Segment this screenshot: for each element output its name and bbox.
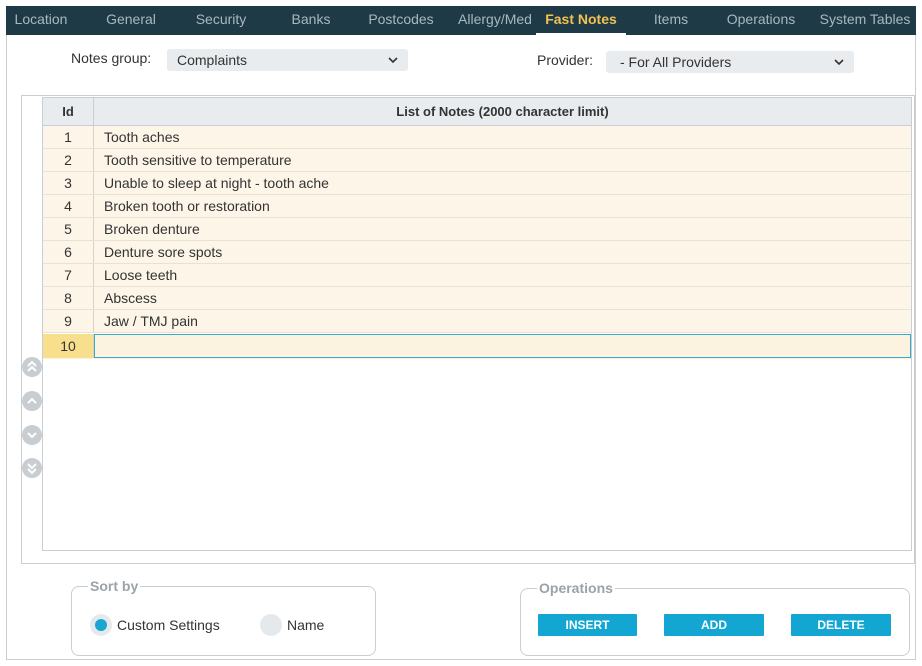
table-row[interactable]: 5 Broken denture (43, 218, 911, 241)
sort-name-radio[interactable] (260, 614, 282, 636)
move-up-icon (27, 397, 37, 404)
move-down-icon (27, 432, 37, 439)
row-note: Broken tooth or restoration (104, 198, 270, 214)
notes-group-label: Notes group: (71, 50, 152, 66)
row-note: Loose teeth (104, 267, 178, 283)
row-id: 3 (43, 172, 94, 194)
tab-system-tables[interactable]: System Tables (814, 6, 916, 35)
notes-group-select[interactable]: Complaints (167, 49, 408, 71)
column-header-id[interactable]: Id (43, 98, 94, 126)
tab-general[interactable]: General (96, 6, 166, 35)
row-id: 9 (43, 310, 94, 332)
table-row[interactable]: 1 Tooth aches (43, 126, 911, 149)
row-id: 5 (43, 218, 94, 240)
tab-bar: Location General Security Banks Postcode… (6, 6, 916, 35)
grid-header: Id List of Notes (2000 character limit) (43, 98, 911, 126)
chevron-down-icon (834, 59, 844, 66)
notes-group-value: Complaints (177, 52, 248, 68)
row-id: 2 (43, 149, 94, 171)
table-row[interactable]: 3 Unable to sleep at night - tooth ache (43, 172, 911, 195)
table-row[interactable]: 2 Tooth sensitive to temperature (43, 149, 911, 172)
table-row[interactable]: 8 Abscess (43, 287, 911, 310)
row-id: 8 (43, 287, 94, 309)
table-row[interactable]: 9 Jaw / TMJ pain (43, 310, 911, 333)
add-button[interactable]: ADD (664, 614, 764, 636)
row-note: Tooth aches (104, 129, 180, 145)
move-bottom-button[interactable] (22, 458, 42, 478)
sort-name-label: Name (287, 617, 325, 633)
tab-fast-notes[interactable]: Fast Notes (536, 6, 626, 35)
tab-allergy-med[interactable]: Allergy/Med (455, 6, 535, 35)
operations-legend: Operations (539, 580, 613, 596)
row-note: Broken denture (104, 221, 200, 237)
provider-select[interactable]: - For All Providers (606, 51, 854, 73)
notes-grid: Id List of Notes (2000 character limit) … (42, 97, 912, 551)
row-note: Jaw / TMJ pain (104, 313, 198, 329)
chevron-down-icon (388, 57, 398, 64)
tab-postcodes[interactable]: Postcodes (364, 6, 438, 35)
row-note: Denture sore spots (104, 244, 223, 260)
row-id: 1 (43, 126, 94, 148)
move-up-button[interactable] (22, 391, 42, 411)
delete-button[interactable]: DELETE (791, 614, 891, 636)
tab-operations[interactable]: Operations (721, 6, 801, 35)
tab-banks[interactable]: Banks (276, 6, 346, 35)
tab-security[interactable]: Security (186, 6, 256, 35)
insert-button[interactable]: INSERT (538, 614, 637, 636)
table-row[interactable]: 6 Denture sore spots (43, 241, 911, 264)
move-top-button[interactable] (22, 357, 42, 377)
provider-label: Provider: (537, 52, 594, 68)
tab-location[interactable]: Location (6, 6, 76, 35)
new-row[interactable]: 10 (43, 334, 911, 359)
row-note: Tooth sensitive to temperature (104, 152, 292, 168)
new-note-input[interactable] (94, 334, 911, 358)
row-id: 7 (43, 264, 94, 286)
row-id: 4 (43, 195, 94, 217)
column-header-notes[interactable]: List of Notes (2000 character limit) (94, 98, 911, 126)
row-note: Unable to sleep at night - tooth ache (104, 175, 329, 191)
sort-custom-settings-radio[interactable] (90, 614, 112, 636)
tab-items[interactable]: Items (641, 6, 701, 35)
table-row[interactable]: 7 Loose teeth (43, 264, 911, 287)
table-row[interactable]: 4 Broken tooth or restoration (43, 195, 911, 218)
sort-by-legend: Sort by (90, 578, 139, 594)
row-id: 6 (43, 241, 94, 263)
sort-custom-settings-label: Custom Settings (117, 617, 220, 633)
move-down-button[interactable] (22, 425, 42, 445)
move-bottom-icon (27, 463, 37, 475)
provider-value: - For All Providers (620, 54, 732, 70)
new-row-id: 10 (43, 334, 94, 358)
row-note: Abscess (104, 290, 157, 306)
move-top-icon (27, 360, 37, 372)
